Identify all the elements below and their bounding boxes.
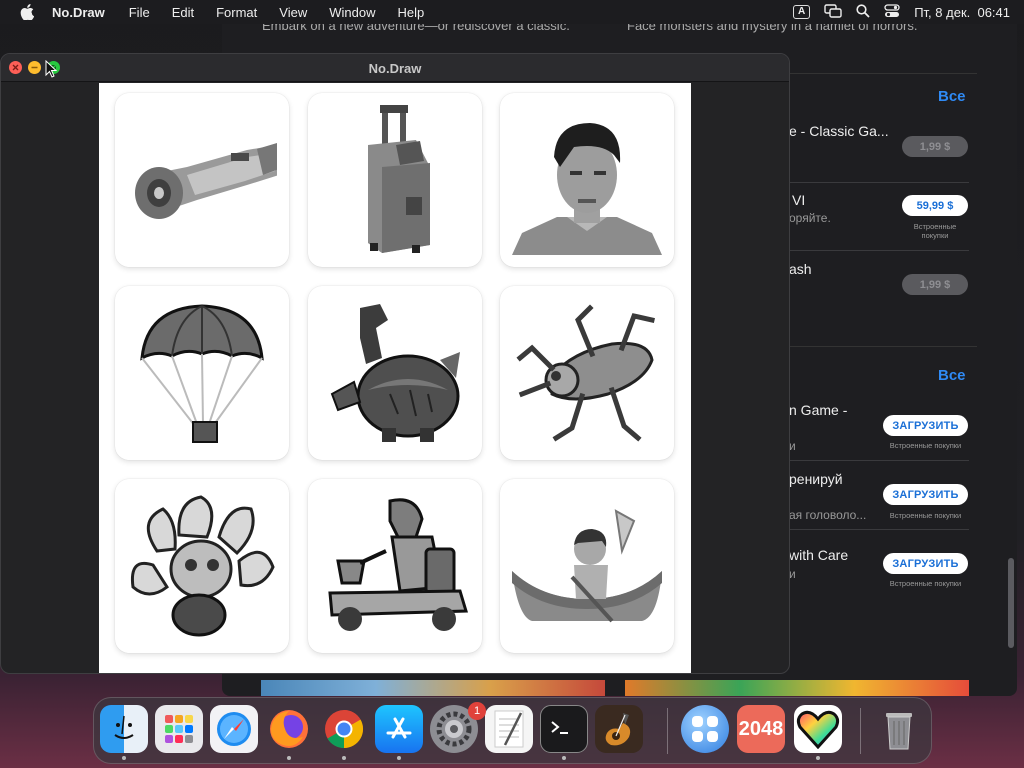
launchpad-icon[interactable]: [155, 705, 203, 753]
trash-icon[interactable]: [875, 705, 923, 753]
artwork-card-grasshopper[interactable]: [500, 286, 674, 460]
running-indicator: [397, 756, 401, 760]
artwork-card-suitcase[interactable]: [308, 93, 482, 267]
app-store-icon[interactable]: [375, 705, 423, 753]
game-2048-icon[interactable]: 2048: [737, 705, 785, 753]
apps-folder-icon[interactable]: [681, 705, 729, 753]
featured-banner-2[interactable]: [625, 680, 969, 696]
menu-app-name[interactable]: No.Draw: [52, 5, 105, 20]
featured-caption-right: Face monsters and mystery in a hamlet of…: [627, 24, 918, 33]
app-title-5[interactable]: ренируй: [789, 471, 843, 487]
artwork-card-dragon-pot[interactable]: [308, 286, 482, 460]
menu-edit[interactable]: Edit: [172, 5, 194, 20]
apple-menu-icon[interactable]: [18, 3, 36, 21]
store-scrollbar[interactable]: [1008, 558, 1014, 648]
nodraw-window: No.Draw: [0, 53, 790, 674]
in-app-purchases-note: Встроенные покупки: [889, 511, 962, 520]
spotlight-search-icon[interactable]: [856, 3, 870, 21]
get-button-2[interactable]: ЗАГРУЗИТЬ: [883, 484, 968, 505]
app-subtitle-2: оряйте.: [789, 211, 831, 225]
section-divider: [782, 346, 977, 347]
control-center-icon[interactable]: [884, 3, 900, 21]
in-app-purchases-note: Встроенные покупки: [913, 222, 957, 240]
window-titlebar[interactable]: No.Draw: [1, 54, 789, 82]
boy-portrait-artwork: [512, 123, 662, 255]
screen-mirroring-icon[interactable]: [824, 3, 842, 21]
running-indicator: [122, 756, 126, 760]
artwork-card-boy-portrait[interactable]: [500, 93, 674, 267]
featured-caption-left: Embark on a new adventure—or rediscover …: [262, 24, 570, 33]
terminal-icon[interactable]: [540, 705, 588, 753]
row-divider: [789, 460, 969, 461]
mobility-scooter-artwork: [328, 498, 468, 631]
dock: 1 2048: [93, 697, 932, 764]
textedit-icon[interactable]: [485, 705, 533, 753]
firefox-icon[interactable]: [265, 705, 313, 753]
running-indicator: [287, 756, 291, 760]
menu-bar: No.Draw File Edit Format View Window Hel…: [0, 0, 1024, 24]
section-divider: [782, 73, 977, 74]
app-subtitle-6: и: [789, 567, 796, 581]
clock-datetime[interactable]: Пт, 8 дек. 06:41: [914, 5, 1010, 20]
suitcase-artwork: [368, 105, 430, 253]
artwork-card-mobility-scooter[interactable]: [308, 479, 482, 653]
app-title-1[interactable]: e - Classic Ga...: [789, 123, 889, 139]
settings-update-badge: 1: [468, 702, 486, 720]
menu-help[interactable]: Help: [397, 5, 424, 20]
running-indicator: [562, 756, 566, 760]
in-app-purchases-note: Встроенные покупки: [889, 441, 962, 450]
price-button-3[interactable]: 1,99 $: [902, 274, 968, 295]
garageband-icon[interactable]: [595, 705, 643, 753]
running-indicator: [342, 756, 346, 760]
window-title: No.Draw: [368, 61, 422, 76]
artwork-card-peacock[interactable]: [115, 479, 289, 653]
app-subtitle-5: ая головоло...: [789, 508, 867, 522]
get-button-1[interactable]: ЗАГРУЗИТЬ: [883, 415, 968, 436]
safari-icon[interactable]: [210, 705, 258, 753]
menu-format[interactable]: Format: [216, 5, 257, 20]
chrome-icon[interactable]: [320, 705, 368, 753]
artwork-card-parachute[interactable]: [115, 286, 289, 460]
running-indicator: [816, 756, 820, 760]
menu-file[interactable]: File: [129, 5, 150, 20]
artwork-gallery[interactable]: [99, 83, 691, 673]
app-title-3[interactable]: ash: [789, 261, 812, 277]
app-subtitle-4: и: [789, 439, 796, 453]
menu-view[interactable]: View: [279, 5, 307, 20]
hoverboard-artwork: [135, 143, 277, 219]
row-divider: [789, 182, 969, 183]
dragon-pot-artwork: [330, 304, 460, 442]
menu-window[interactable]: Window: [329, 5, 375, 20]
nodraw-app-icon[interactable]: [794, 705, 842, 753]
featured-banner-1[interactable]: [261, 680, 605, 696]
row-divider: [789, 529, 969, 530]
canoe-girl-artwork: [512, 509, 662, 623]
app-title-4[interactable]: n Game -: [789, 402, 847, 418]
in-app-purchases-note: Встроенные покупки: [889, 579, 962, 588]
app-title-2[interactable]: VI: [792, 192, 805, 208]
see-all-link-1[interactable]: Все: [938, 88, 966, 105]
dock-separator: [860, 708, 861, 754]
finder-icon[interactable]: [100, 705, 148, 753]
input-source-indicator[interactable]: A: [792, 5, 811, 19]
app-title-6[interactable]: with Care: [789, 547, 848, 563]
dock-separator: [667, 708, 668, 754]
grasshopper-artwork: [516, 304, 655, 442]
peacock-artwork: [130, 495, 275, 637]
see-all-link-2[interactable]: Все: [938, 367, 966, 384]
row-divider: [789, 250, 969, 251]
parachute-artwork: [140, 304, 264, 443]
price-button-1[interactable]: 1,99 $: [902, 136, 968, 157]
artwork-card-hoverboard[interactable]: [115, 93, 289, 267]
artwork-card-canoe-girl[interactable]: [500, 479, 674, 653]
get-button-3[interactable]: ЗАГРУЗИТЬ: [883, 553, 968, 574]
price-button-2[interactable]: 59,99 $: [902, 195, 968, 216]
